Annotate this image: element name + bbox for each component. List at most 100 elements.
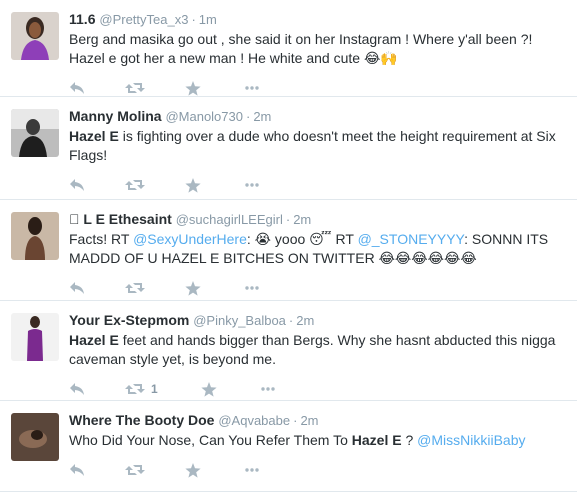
tweet-text: Hazel E feet and hands bigger than Bergs… — [69, 331, 569, 369]
tweet-text-part: feet and hands bigger than Bergs. Why sh… — [69, 332, 556, 367]
username[interactable]: @suchagirlLEEgirl — [176, 212, 283, 227]
star-icon — [185, 280, 201, 296]
star-icon — [185, 80, 201, 96]
tweet-text: Hazel E is fighting over a dude who does… — [69, 127, 569, 165]
retweet-button[interactable] — [125, 460, 151, 480]
display-name[interactable]: Manny Molina — [69, 108, 162, 124]
retweet-button[interactable] — [125, 78, 151, 98]
display-name[interactable]: Where The Booty Doe — [69, 412, 214, 428]
avatar[interactable] — [11, 212, 59, 260]
mention-link[interactable]: @_STONEYYYY — [358, 231, 465, 247]
reply-button[interactable] — [69, 78, 85, 98]
retweet-icon — [125, 180, 145, 190]
reply-icon — [70, 464, 84, 476]
tweet[interactable]: 11.6 @PrettyTea_x3 · 1m Berg and masika go… — [0, 0, 577, 97]
reply-button[interactable] — [69, 460, 85, 480]
avatar[interactable] — [11, 313, 59, 361]
username[interactable]: @Aqvababe — [218, 413, 290, 428]
tweet-actions — [69, 78, 569, 98]
timestamp[interactable]: 2m — [300, 413, 318, 428]
retweet-icon — [125, 83, 145, 93]
tweet-text-part: is fighting over a dude who doesn't meet… — [69, 128, 556, 163]
retweet-icon — [125, 465, 145, 475]
display-name[interactable]: 11.6 — [69, 11, 95, 27]
tweet-text-part: Berg and masika go out , she said it on … — [69, 31, 533, 66]
tweet-text: Who Did Your Nose, Can You Refer Them To… — [69, 431, 569, 450]
favorite-button[interactable] — [185, 78, 201, 98]
timestamp[interactable]: 1m — [199, 12, 217, 27]
tweet-text-part: ? — [401, 432, 418, 448]
more-button[interactable] — [261, 379, 275, 399]
highlighted-term: Hazel E — [69, 128, 119, 144]
username[interactable]: @Manolo730 — [165, 109, 243, 124]
star-icon — [185, 462, 201, 478]
reply-icon — [70, 282, 84, 294]
display-name[interactable]: Your Ex-Stepmom — [69, 312, 189, 328]
separator: · — [293, 413, 298, 428]
more-button[interactable] — [245, 460, 259, 480]
tweet-actions — [69, 460, 569, 480]
more-button[interactable] — [245, 78, 259, 98]
tweet[interactable]: Manny Molina @Manolo730 · 2m Hazel E is fi… — [0, 97, 577, 200]
retweet-button[interactable] — [125, 278, 151, 298]
emoji: 😂 — [363, 50, 381, 66]
retweet-count: 1 — [151, 382, 158, 396]
emoji: 😴 — [309, 231, 332, 247]
tweet-text-part: Who Did Your Nose, Can You Refer Them To — [69, 432, 352, 448]
tweet-text-part: yooo — [271, 231, 310, 247]
reply-button[interactable] — [69, 278, 85, 298]
tweet-text-part: RT — [331, 231, 358, 247]
emoji: 🙌 — [380, 50, 398, 66]
tweet-header: Manny Molina @Manolo730 · 2m — [69, 107, 569, 126]
username[interactable]: @Pinky_Balboa — [193, 313, 286, 328]
separator: · — [245, 109, 251, 124]
timestamp[interactable]: 2m — [296, 313, 314, 328]
avatar[interactable] — [11, 109, 59, 157]
avatar[interactable] — [11, 413, 59, 461]
more-icon — [261, 387, 275, 391]
favorite-button[interactable] — [201, 379, 217, 399]
favorite-button[interactable] — [185, 460, 201, 480]
tweet-header: 11.6 @PrettyTea_x3 · 1m — [69, 10, 569, 29]
tweet-text: Berg and masika go out , she said it on … — [69, 30, 569, 68]
retweet-button[interactable] — [125, 175, 151, 195]
favorite-button[interactable] — [185, 175, 201, 195]
reply-button[interactable] — [69, 379, 85, 399]
avatar-image — [11, 413, 59, 461]
avatar[interactable] — [11, 12, 59, 60]
separator: · — [288, 313, 294, 328]
avatar-image — [11, 12, 59, 60]
tweet-actions — [69, 175, 569, 195]
emoji: 😭 — [254, 231, 272, 247]
retweet-icon — [125, 283, 145, 293]
timestamp[interactable]: 2m — [293, 212, 311, 227]
reply-icon — [70, 179, 84, 191]
star-icon — [201, 381, 217, 397]
star-icon — [185, 177, 201, 193]
timestamp[interactable]: 2m — [253, 109, 271, 124]
reply-icon — [70, 82, 84, 94]
tweet-actions — [69, 278, 569, 298]
retweet-icon — [125, 384, 145, 394]
tweet-text: Facts! RT @SexyUnderHere: 😭 yooo 😴 RT @_… — [69, 230, 569, 268]
tweet-header: 󾓦 L E Ethesaint @suchagirlLEEgirl · 2m — [69, 210, 569, 229]
reply-icon — [70, 383, 84, 395]
avatar-image — [11, 313, 59, 361]
tweet[interactable]: 󾓦 L E Ethesaint @suchagirlLEEgirl · 2m Fac… — [0, 200, 577, 301]
username[interactable]: @PrettyTea_x3 — [99, 12, 188, 27]
highlighted-term: Hazel E — [351, 432, 402, 448]
more-button[interactable] — [245, 278, 259, 298]
display-name[interactable]: 󾓦 L E Ethesaint — [69, 211, 172, 227]
tweet[interactable]: Where The Booty Doe @Aqvababe · 2m Who Did… — [0, 401, 577, 492]
separator: · — [191, 12, 196, 27]
emoji: 😂😂😂😂😂😂 — [378, 250, 477, 266]
favorite-button[interactable] — [185, 278, 201, 298]
mention-link[interactable]: @MissNikkiiBaby — [417, 432, 525, 448]
retweet-button[interactable]: 1 — [125, 379, 158, 399]
reply-button[interactable] — [69, 175, 85, 195]
tweet-header: Your Ex-Stepmom @Pinky_Balboa · 2m — [69, 311, 569, 330]
mention-link[interactable]: @SexyUnderHere — [133, 231, 247, 247]
tweet[interactable]: Your Ex-Stepmom @Pinky_Balboa · 2m Hazel E… — [0, 301, 577, 401]
more-icon — [245, 468, 259, 472]
more-button[interactable] — [245, 175, 259, 195]
